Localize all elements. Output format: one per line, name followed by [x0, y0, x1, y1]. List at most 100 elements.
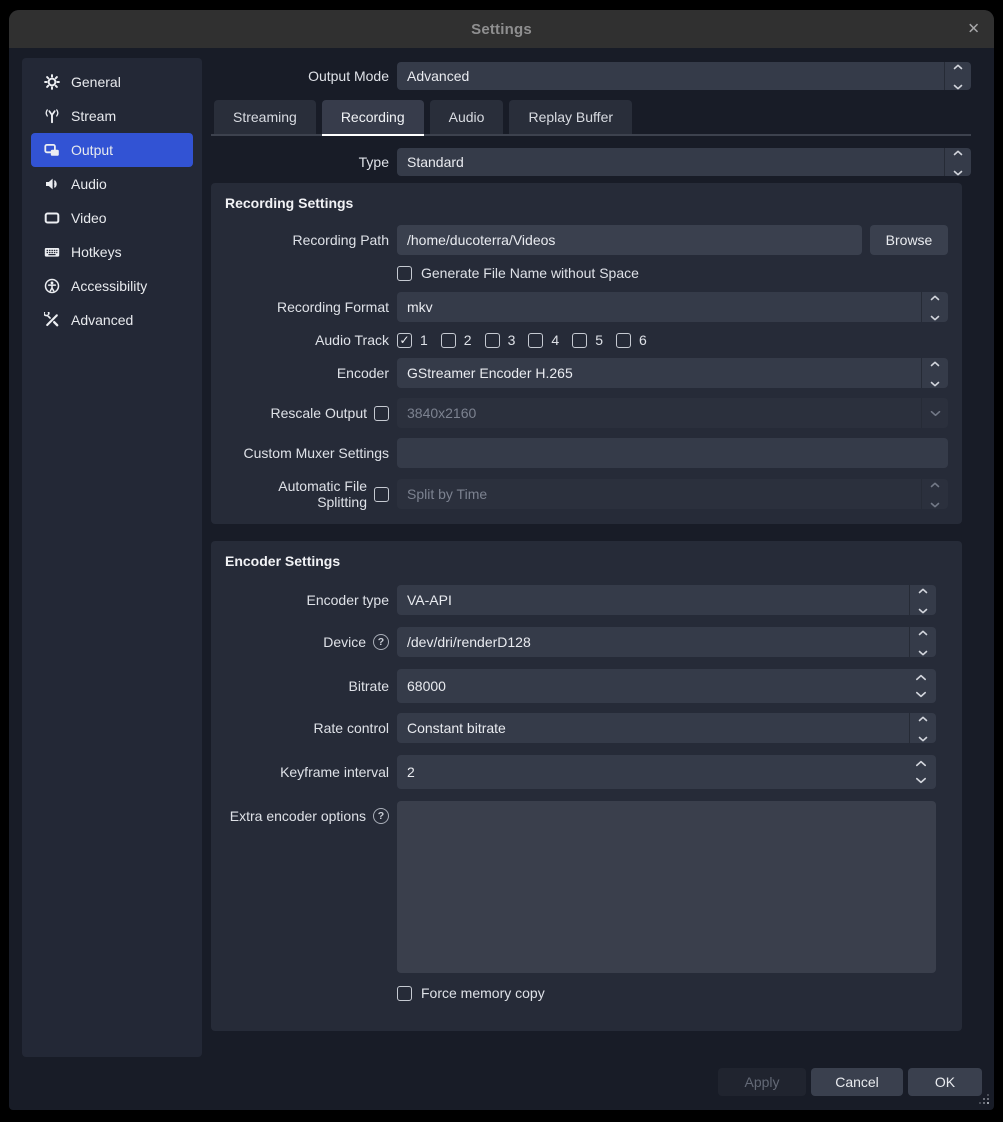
- tab-replay-buffer[interactable]: Replay Buffer: [509, 100, 632, 134]
- tab-streaming[interactable]: Streaming: [214, 100, 316, 134]
- encoder-select[interactable]: GStreamer Encoder H.265: [397, 358, 948, 388]
- display-icon: [44, 210, 60, 226]
- recording-path-input[interactable]: [397, 225, 862, 255]
- ok-button[interactable]: OK: [908, 1068, 982, 1096]
- chevron-down-icon: [918, 601, 928, 615]
- auto-split-checkbox[interactable]: [374, 487, 389, 502]
- rescale-resolution-select[interactable]: 3840x2160: [397, 398, 948, 428]
- device-label: Device: [323, 634, 366, 650]
- generate-filename-row: Generate File Name without Space: [225, 265, 948, 281]
- keyframe-interval-label: Keyframe interval: [225, 764, 389, 780]
- audio-track-2-checkbox[interactable]: [441, 333, 456, 348]
- chevron-down-icon: [930, 308, 940, 322]
- sidebar-item-audio[interactable]: Audio: [31, 167, 193, 201]
- rescale-output-checkbox[interactable]: [374, 406, 389, 421]
- spin-down-icon[interactable]: [915, 691, 927, 698]
- auto-split-label: Automatic File Splitting: [225, 478, 367, 510]
- bitrate-spinbox[interactable]: 68000: [397, 669, 936, 703]
- browse-button[interactable]: Browse: [870, 225, 948, 255]
- antenna-icon: [44, 108, 60, 124]
- apply-button[interactable]: Apply: [718, 1068, 806, 1096]
- recording-format-row: Recording Format mkv: [225, 292, 948, 322]
- recording-format-select[interactable]: mkv: [397, 292, 948, 322]
- encoder-row: Encoder GStreamer Encoder H.265: [225, 358, 948, 388]
- cancel-button[interactable]: Cancel: [811, 1068, 903, 1096]
- spin-up-icon[interactable]: [915, 674, 927, 681]
- help-icon: ?: [373, 634, 389, 650]
- accessibility-icon: [44, 278, 60, 294]
- spin-up-icon[interactable]: [915, 760, 927, 767]
- recording-type-select[interactable]: Standard: [397, 148, 971, 176]
- audio-track-4-checkbox[interactable]: [528, 333, 543, 348]
- chevron-down-icon: [918, 643, 928, 657]
- audio-track-label: Audio Track: [225, 332, 389, 348]
- tab-recording[interactable]: Recording: [322, 100, 424, 134]
- encoder-settings-title: Encoder Settings: [225, 553, 948, 569]
- rate-control-label: Rate control: [225, 720, 389, 736]
- chevron-up-icon: [930, 358, 940, 372]
- tab-audio[interactable]: Audio: [430, 100, 504, 134]
- custom-muxer-input[interactable]: [397, 438, 948, 468]
- type-label: Type: [211, 154, 389, 170]
- sidebar-item-label: Stream: [71, 108, 116, 124]
- audio-track-6-checkbox[interactable]: [616, 333, 631, 348]
- device-select[interactable]: /dev/dri/renderD128: [397, 627, 936, 657]
- title-bar[interactable]: Settings ✕: [9, 10, 994, 48]
- sidebar-item-advanced[interactable]: Advanced: [31, 303, 193, 337]
- sidebar-item-label: Accessibility: [71, 278, 147, 294]
- gear-icon: [44, 74, 60, 90]
- sidebar-item-output[interactable]: Output: [31, 133, 193, 167]
- dialog-footer: Apply Cancel OK: [718, 1068, 982, 1096]
- output-mode-select[interactable]: Advanced: [397, 62, 971, 90]
- sidebar-item-video[interactable]: Video: [31, 201, 193, 235]
- help-icon: ?: [373, 808, 389, 824]
- audio-track-1-checkbox[interactable]: [397, 333, 412, 348]
- force-memory-copy-label: Force memory copy: [421, 985, 545, 1001]
- rescale-output-label: Rescale Output: [271, 405, 368, 421]
- sidebar-item-stream[interactable]: Stream: [31, 99, 193, 133]
- auto-split-select[interactable]: Split by Time: [397, 479, 948, 509]
- sidebar-item-label: General: [71, 74, 121, 90]
- screen: Settings ✕ General Stream Output: [0, 0, 1003, 1122]
- chevron-up-icon: [953, 62, 963, 75]
- custom-muxer-label: Custom Muxer Settings: [225, 445, 389, 461]
- encoder-label: Encoder: [225, 365, 389, 381]
- resize-grip[interactable]: [987, 1102, 989, 1104]
- sidebar-item-accessibility[interactable]: Accessibility: [31, 269, 193, 303]
- keyframe-interval-spinbox[interactable]: 2: [397, 755, 936, 789]
- audio-track-3-checkbox[interactable]: [485, 333, 500, 348]
- close-icon[interactable]: ✕: [967, 22, 980, 37]
- recording-path-label: Recording Path: [225, 232, 389, 248]
- audio-track-row: Audio Track 1 2 3 4 5 6: [225, 332, 948, 348]
- extra-encoder-options-label: Extra encoder options: [230, 808, 366, 824]
- generate-filename-checkbox[interactable]: [397, 266, 412, 281]
- chevron-down-icon: [930, 404, 941, 422]
- chevron-up-icon: [930, 292, 940, 306]
- encoder-type-select[interactable]: VA-API: [397, 585, 936, 615]
- chevron-down-icon: [953, 77, 963, 90]
- generate-filename-label: Generate File Name without Space: [421, 265, 639, 281]
- chevron-down-icon: [918, 729, 928, 743]
- rate-control-row: Rate control Constant bitrate: [225, 713, 948, 743]
- device-row: Device ? /dev/dri/renderD128: [225, 627, 948, 657]
- output-settings-panel: Output Mode Advanced Streaming Recording…: [211, 58, 971, 1031]
- rescale-output-row: Rescale Output 3840x2160: [225, 398, 948, 428]
- sidebar-item-label: Video: [71, 210, 107, 226]
- speaker-icon: [44, 176, 60, 192]
- recording-path-row: Recording Path Browse: [225, 225, 948, 255]
- sidebar-item-general[interactable]: General: [31, 65, 193, 99]
- extra-encoder-options-textarea[interactable]: [397, 801, 936, 973]
- chevron-down-icon: [930, 495, 940, 509]
- spin-down-icon[interactable]: [915, 777, 927, 784]
- output-icon: [44, 142, 60, 158]
- sidebar-item-label: Hotkeys: [71, 244, 122, 260]
- rate-control-select[interactable]: Constant bitrate: [397, 713, 936, 743]
- recording-settings-group: Recording Settings Recording Path Browse…: [211, 183, 962, 524]
- chevron-up-icon: [918, 627, 928, 641]
- audio-track-5-checkbox[interactable]: [572, 333, 587, 348]
- settings-window: Settings ✕ General Stream Output: [9, 10, 994, 1110]
- keyframe-interval-row: Keyframe interval 2: [225, 755, 948, 789]
- sidebar-item-hotkeys[interactable]: Hotkeys: [31, 235, 193, 269]
- chevron-up-icon: [918, 585, 928, 599]
- force-memory-copy-checkbox[interactable]: [397, 986, 412, 1001]
